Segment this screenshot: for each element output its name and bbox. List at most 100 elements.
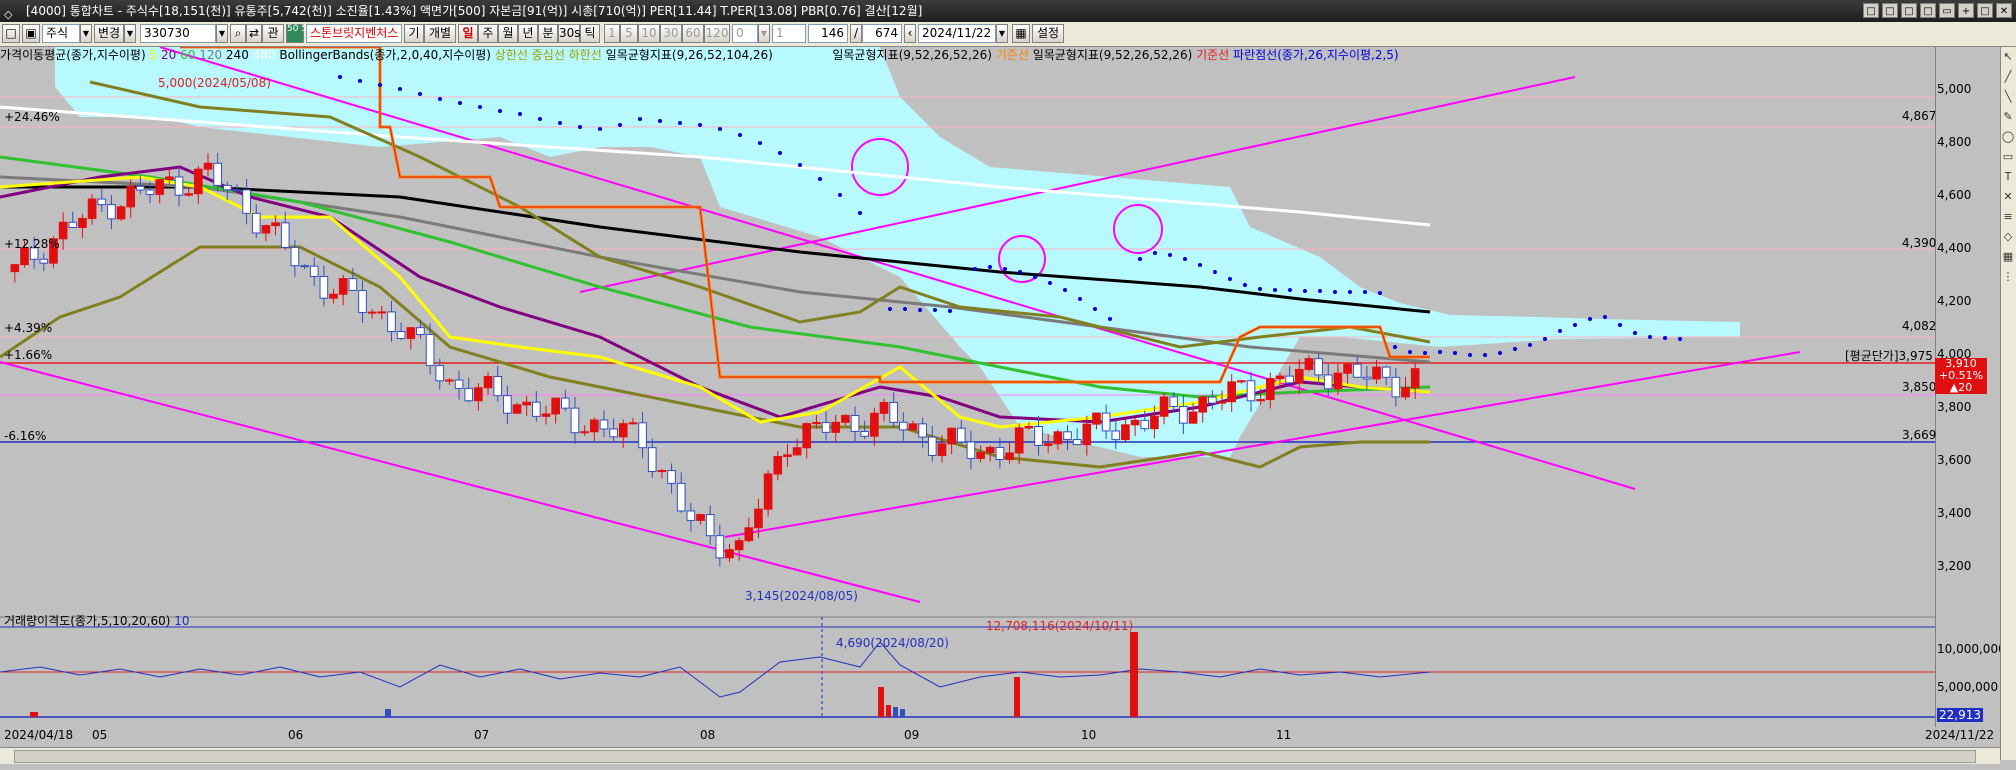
- candle-body: [10, 264, 20, 273]
- period-btn-tick[interactable]: 틱: [580, 24, 600, 43]
- period-btn-30s[interactable]: 30s: [558, 24, 581, 43]
- date-tick: 06: [288, 728, 304, 742]
- candle-body: [348, 278, 358, 291]
- minute-btn[interactable]: 5: [620, 24, 638, 43]
- price-tick: 3,800: [1937, 400, 1972, 414]
- period-btn-gi[interactable]: 기: [404, 24, 424, 43]
- pencil-icon[interactable]: ✎: [2001, 107, 2015, 127]
- minute-btn[interactable]: 10: [638, 24, 660, 43]
- candle-body: [107, 204, 116, 220]
- line-tool-icon[interactable]: ╱: [2001, 67, 2015, 87]
- count-input[interactable]: 146: [808, 24, 848, 43]
- legend-ma[interactable]: 가격이동평균(종가,지수이평): [0, 48, 146, 62]
- period-btn-day[interactable]: 일: [458, 24, 478, 43]
- window-control-btn[interactable]: □: [1882, 3, 1898, 18]
- candle-body: [416, 327, 425, 335]
- horizontal-scrollbar[interactable]: [0, 747, 2000, 764]
- window-control-btn[interactable]: □: [1901, 3, 1917, 18]
- minute-input[interactable]: 0: [732, 24, 758, 43]
- trend-tool-icon[interactable]: ╲: [2001, 87, 2015, 107]
- candle-body: [1169, 396, 1179, 407]
- new-icon[interactable]: □: [2, 24, 20, 43]
- more-tools-icon[interactable]: ⋮: [2001, 267, 2015, 287]
- minute-btn[interactable]: 60: [682, 24, 704, 43]
- level-label: 3,850: [1902, 380, 1937, 394]
- window-control-btn[interactable]: □: [1920, 3, 1936, 18]
- close-button[interactable]: ✕: [1996, 3, 2012, 18]
- text-tool-icon[interactable]: T: [2001, 167, 2015, 187]
- legend-ichimoku[interactable]: 일목균형지표(9,26,52,104,26): [606, 48, 773, 62]
- level-label: 4,390: [1902, 236, 1937, 250]
- legend-ichimoku3[interactable]: 일목균형지표(9,52,26,52,26): [1033, 48, 1193, 62]
- date-tick: 08: [700, 728, 716, 742]
- ellipse-tool-icon[interactable]: ◯: [2001, 127, 2015, 147]
- candle-body: [136, 185, 145, 191]
- candle-body: [734, 540, 744, 551]
- candle-body: [1410, 368, 1420, 389]
- calendar-icon[interactable]: ▦: [1012, 24, 1030, 43]
- step-icon[interactable]: ‹: [904, 24, 916, 43]
- candle-body: [271, 222, 280, 227]
- layout-icon[interactable]: ▣: [22, 24, 40, 43]
- search-icon[interactable]: ⌕: [230, 24, 246, 43]
- type-select[interactable]: 주식: [42, 24, 80, 43]
- level-label: 3,669: [1902, 428, 1937, 442]
- color-tool-icon[interactable]: ▦: [2001, 247, 2015, 267]
- period-btn-week[interactable]: 주: [478, 24, 498, 43]
- period-btn-year[interactable]: 년: [518, 24, 538, 43]
- candle-body: [898, 421, 908, 431]
- chevron-down-icon[interactable]: ▼: [124, 24, 136, 43]
- candle-body: [1082, 423, 1092, 446]
- minute-btn[interactable]: 30: [660, 24, 682, 43]
- fib-tool-icon[interactable]: ≡: [2001, 207, 2015, 227]
- candle-body: [68, 221, 78, 228]
- price-chart-area[interactable]: [0, 47, 1935, 718]
- scroll-thumb[interactable]: [14, 750, 1976, 763]
- candle-body: [329, 293, 338, 299]
- candle-body: [222, 184, 232, 191]
- swap-icon[interactable]: ⇄: [246, 24, 262, 43]
- maximize-button[interactable]: +: [1958, 3, 1974, 18]
- chevron-down-icon[interactable]: ▼: [996, 24, 1008, 43]
- restore-button[interactable]: □: [1977, 3, 1993, 18]
- legend-ichimoku2[interactable]: 일목균형지표(9,52,26,52,26): [832, 48, 992, 62]
- candle-body: [174, 176, 184, 196]
- candle-body: [280, 222, 290, 248]
- legend-bb[interactable]: BollingerBands(종가,2,0,40,지수이평): [279, 48, 491, 62]
- rect-tool-icon[interactable]: ▭: [2001, 147, 2015, 167]
- period-btn-individual[interactable]: 개별: [424, 24, 456, 43]
- ratio-chip[interactable]: 50 50: [286, 24, 313, 43]
- chevron-down-icon[interactable]: ▼: [80, 24, 92, 43]
- code-input[interactable]: 330730: [140, 24, 216, 43]
- date-input[interactable]: 2024/11/22: [918, 24, 996, 43]
- toolbar: □ ▣ 주식 ▼ 변경 ▼ 330730 ▼ ⌕ ⇄ 관 50 50 스톤브릿지…: [0, 22, 2016, 47]
- period-btn-month[interactable]: 월: [498, 24, 518, 43]
- legend-parabolic[interactable]: 파란점선(종가,26,지수이평,2,5): [1233, 48, 1399, 62]
- candle-body: [251, 212, 261, 234]
- settings-button[interactable]: 설정: [1032, 24, 1064, 43]
- candle-body: [744, 527, 754, 542]
- minute-btn[interactable]: 120: [704, 24, 730, 43]
- minute-btn[interactable]: 1: [604, 24, 620, 43]
- candle-body: [126, 185, 136, 208]
- chevron-down-icon[interactable]: ▼: [216, 24, 228, 43]
- link-button[interactable]: 관: [262, 24, 284, 43]
- gann-tool-icon[interactable]: ◇: [2001, 227, 2015, 247]
- stock-name-field: 스톤브릿지벤처스: [306, 24, 402, 43]
- count2-input[interactable]: 674: [862, 24, 902, 43]
- candle-body: [589, 419, 599, 433]
- candle-body: [570, 407, 580, 434]
- delete-icon[interactable]: ✕: [2001, 187, 2015, 207]
- minimize-button[interactable]: ▭: [1939, 3, 1955, 18]
- period-btn-minute[interactable]: 분: [538, 24, 558, 43]
- date-tick: 2024/04/18: [4, 728, 74, 742]
- window-control-btn[interactable]: □: [1863, 3, 1879, 18]
- cursor-icon[interactable]: ↖: [2001, 47, 2015, 67]
- candle-body: [802, 423, 812, 449]
- multiplier-input[interactable]: 1: [772, 24, 806, 43]
- candle-body: [1256, 399, 1265, 402]
- chevron-down-icon[interactable]: ▼: [758, 24, 770, 43]
- change-button[interactable]: 변경: [94, 24, 124, 43]
- title-bar: ◇ [4000] 통합차트 - 주식수[18,151(천)] 유통주[5,742…: [0, 0, 2016, 22]
- candle-body: [377, 311, 387, 314]
